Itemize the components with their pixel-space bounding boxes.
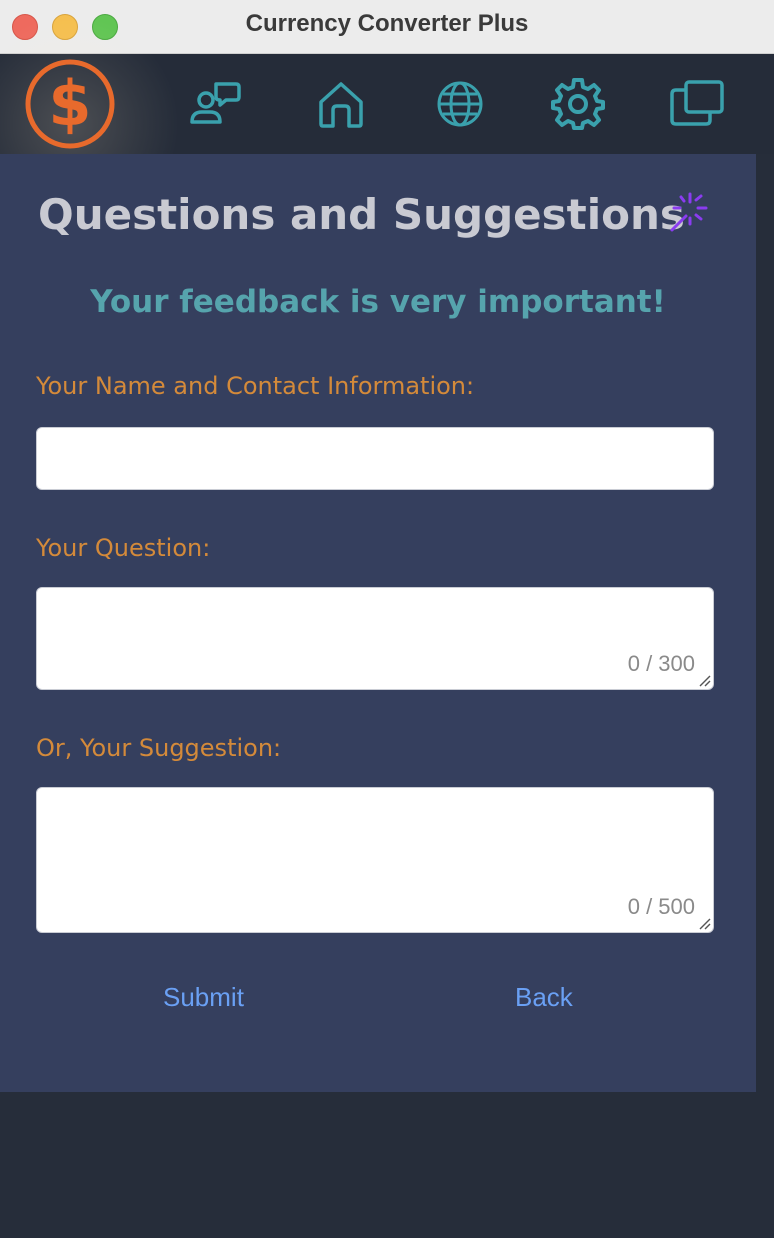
app-window: Currency Converter Plus $ Questions and …	[0, 0, 774, 1238]
nav-logo[interactable]: $	[24, 58, 116, 150]
submit-button[interactable]: Submit	[163, 982, 244, 1013]
windows-icon	[670, 80, 724, 126]
question-textarea[interactable]: 0 / 300	[36, 587, 714, 690]
nav-settings[interactable]	[532, 58, 624, 150]
top-navbar: $	[0, 14, 774, 234]
nav-home[interactable]	[295, 58, 387, 150]
back-button[interactable]: Back	[515, 982, 573, 1013]
suggestion-char-counter: 0 / 500	[627, 894, 695, 919]
svg-text:$: $	[48, 67, 91, 140]
nav-globe[interactable]	[414, 58, 506, 150]
page-title: Questions and Suggestions	[38, 190, 685, 239]
gear-icon	[551, 78, 605, 130]
window-title: Currency Converter Plus	[245, 10, 529, 37]
home-icon	[319, 82, 363, 128]
name-contact-input[interactable]	[36, 427, 714, 490]
question-char-counter: 0 / 300	[627, 651, 695, 676]
chat-user-icon	[190, 82, 241, 124]
resize-grip-icon[interactable]	[697, 916, 711, 930]
name-contact-label: Your Name and Contact Information:	[36, 372, 475, 400]
nav-feedback[interactable]	[168, 58, 260, 150]
feedback-panel: Questions and Suggestions Your feedback …	[0, 154, 756, 1092]
suggestion-textarea[interactable]: 0 / 500	[36, 787, 714, 933]
nav-windows[interactable]	[650, 58, 742, 150]
globe-icon	[437, 81, 483, 127]
feedback-subheading: Your feedback is very important!	[90, 284, 666, 320]
suggestion-label: Or, Your Suggestion:	[36, 734, 282, 762]
dollar-logo-icon: $	[25, 59, 115, 149]
title-bar: Currency Converter Plus	[0, 0, 774, 54]
magic-wand-icon	[670, 192, 708, 232]
question-label: Your Question:	[36, 534, 211, 562]
resize-grip-icon[interactable]	[697, 673, 711, 687]
